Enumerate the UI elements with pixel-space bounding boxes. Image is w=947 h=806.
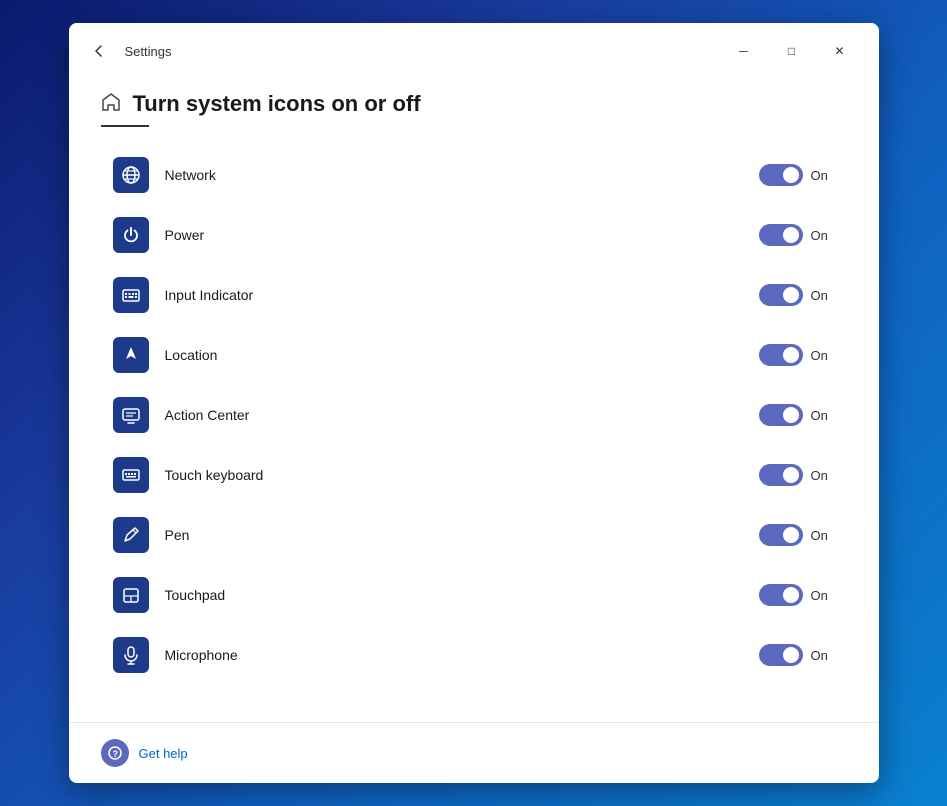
title-bar-left: Settings (85, 37, 172, 65)
home-icon (101, 92, 121, 117)
touch-keyboard-icon (113, 457, 149, 493)
input-indicator-toggle-container: On (759, 284, 835, 306)
setting-item-location: Location On (101, 327, 847, 383)
setting-item-pen: Pen On (101, 507, 847, 563)
setting-item-network: Network On (101, 147, 847, 203)
action-center-toggle-knob (783, 407, 799, 423)
power-toggle-knob (783, 227, 799, 243)
input-indicator-toggle[interactable] (759, 284, 803, 306)
touch-keyboard-state: On (811, 468, 835, 483)
network-toggle[interactable] (759, 164, 803, 186)
input-indicator-label: Input Indicator (165, 287, 759, 303)
network-toggle-knob (783, 167, 799, 183)
app-title: Settings (125, 44, 172, 59)
power-toggle[interactable] (759, 224, 803, 246)
action-center-icon (113, 397, 149, 433)
input-indicator-toggle-knob (783, 287, 799, 303)
power-state: On (811, 228, 835, 243)
pen-toggle-container: On (759, 524, 835, 546)
title-divider (101, 125, 149, 127)
pen-toggle-knob (783, 527, 799, 543)
footer: ? Get help (69, 722, 879, 783)
page-title: Turn system icons on or off (133, 91, 421, 117)
power-toggle-container: On (759, 224, 835, 246)
network-toggle-container: On (759, 164, 835, 186)
maximize-button[interactable]: □ (769, 35, 815, 67)
input-indicator-state: On (811, 288, 835, 303)
touch-keyboard-label: Touch keyboard (165, 467, 759, 483)
setting-item-action-center: Action Center On (101, 387, 847, 443)
action-center-toggle-container: On (759, 404, 835, 426)
microphone-toggle-knob (783, 647, 799, 663)
title-bar: Settings ─ □ ✕ (69, 23, 879, 75)
setting-item-touch-keyboard: Touch keyboard On (101, 447, 847, 503)
touchpad-toggle-knob (783, 587, 799, 603)
touchpad-toggle[interactable] (759, 584, 803, 606)
settings-list: Network On Power (101, 147, 847, 683)
window-controls: ─ □ ✕ (721, 35, 863, 67)
setting-item-power: Power On (101, 207, 847, 263)
location-icon (113, 337, 149, 373)
touchpad-label: Touchpad (165, 587, 759, 603)
location-toggle[interactable] (759, 344, 803, 366)
microphone-state: On (811, 648, 835, 663)
get-help-link[interactable]: Get help (139, 746, 188, 761)
pen-state: On (811, 528, 835, 543)
microphone-toggle-container: On (759, 644, 835, 666)
page-header: Turn system icons on or off (101, 91, 847, 117)
location-state: On (811, 348, 835, 363)
touch-keyboard-toggle-container: On (759, 464, 835, 486)
touchpad-icon (113, 577, 149, 613)
settings-window: Settings ─ □ ✕ Turn system icons on or o… (69, 23, 879, 783)
minimize-button[interactable]: ─ (721, 35, 767, 67)
pen-icon (113, 517, 149, 553)
microphone-label: Microphone (165, 647, 759, 663)
network-icon (113, 157, 149, 193)
touch-keyboard-toggle[interactable] (759, 464, 803, 486)
pen-toggle[interactable] (759, 524, 803, 546)
get-help-icon: ? (101, 739, 129, 767)
main-content: Turn system icons on or off Network (69, 75, 879, 722)
power-icon (113, 217, 149, 253)
touchpad-toggle-container: On (759, 584, 835, 606)
network-label: Network (165, 167, 759, 183)
power-label: Power (165, 227, 759, 243)
action-center-label: Action Center (165, 407, 759, 423)
setting-item-touchpad: Touchpad On (101, 567, 847, 623)
svg-text:?: ? (112, 749, 118, 759)
setting-item-microphone: Microphone On (101, 627, 847, 683)
network-state: On (811, 168, 835, 183)
input-indicator-icon (113, 277, 149, 313)
location-toggle-knob (783, 347, 799, 363)
action-center-state: On (811, 408, 835, 423)
close-button[interactable]: ✕ (817, 35, 863, 67)
location-label: Location (165, 347, 759, 363)
microphone-icon (113, 637, 149, 673)
action-center-toggle[interactable] (759, 404, 803, 426)
touchpad-state: On (811, 588, 835, 603)
pen-label: Pen (165, 527, 759, 543)
location-toggle-container: On (759, 344, 835, 366)
touch-keyboard-toggle-knob (783, 467, 799, 483)
back-button[interactable] (85, 37, 113, 65)
setting-item-input-indicator: Input Indicator On (101, 267, 847, 323)
microphone-toggle[interactable] (759, 644, 803, 666)
